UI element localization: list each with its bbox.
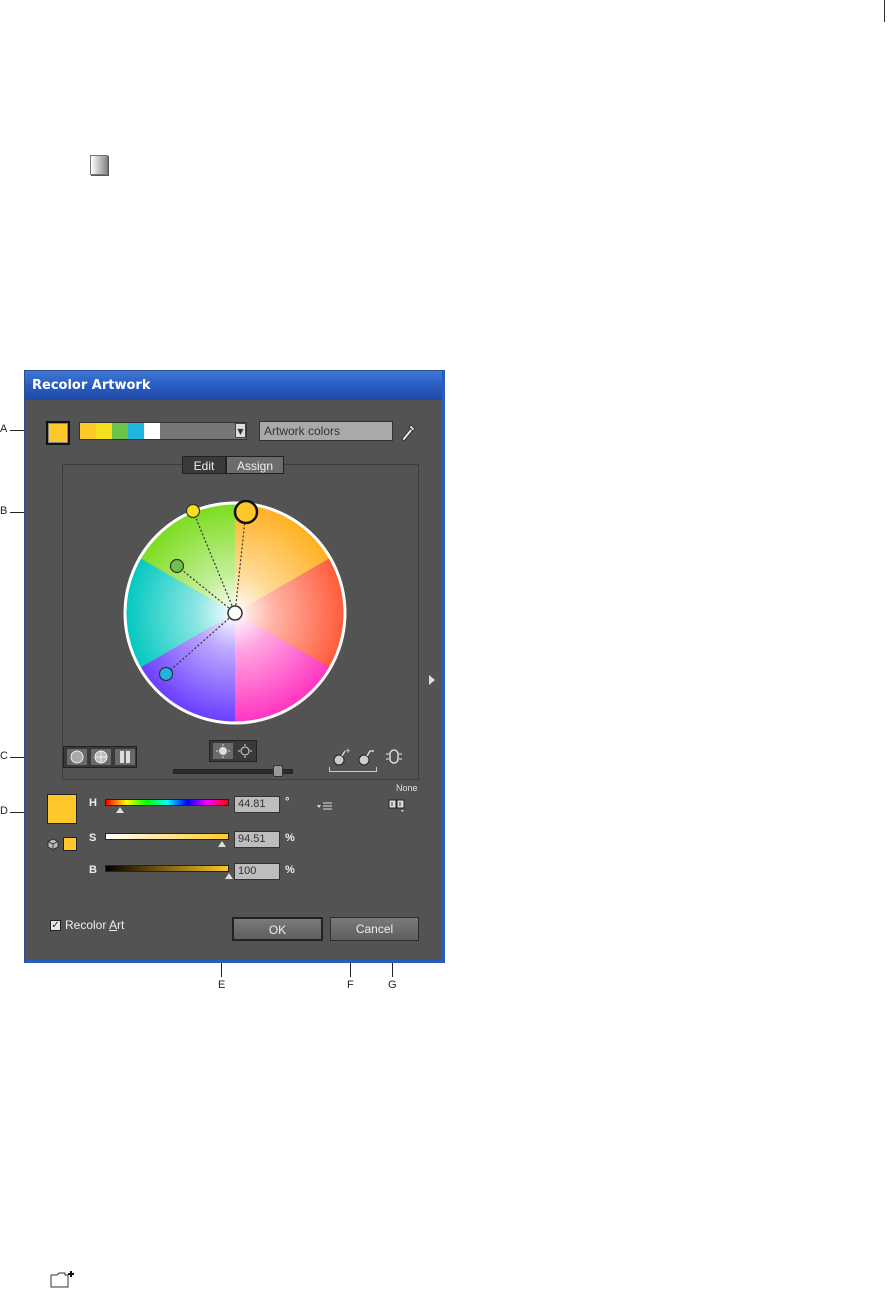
cancel-button[interactable]: Cancel <box>330 917 419 941</box>
recolor-art-access-key: A <box>109 918 118 932</box>
new-folder-icon <box>50 1271 74 1288</box>
svg-text:+: + <box>345 747 350 755</box>
limit-to-library-icon[interactable] <box>388 799 406 813</box>
smooth-wheel-icon[interactable] <box>67 749 87 765</box>
wheel-display-mode-group <box>63 746 137 768</box>
saturation-slider-thumb[interactable] <box>218 841 227 847</box>
chevron-down-icon[interactable]: ▼ <box>235 423 246 438</box>
ok-button[interactable]: OK <box>232 917 323 941</box>
brightness-slider-thumb[interactable] <box>273 765 283 777</box>
color-marker[interactable] <box>158 666 174 682</box>
callout-g: G <box>388 979 397 991</box>
eyedropper-icon[interactable] <box>399 420 417 442</box>
callout-d: D <box>0 805 8 817</box>
tab-edit[interactable]: Edit <box>182 456 226 474</box>
brightness-mode-group <box>209 740 257 762</box>
dialog-border-right <box>442 371 445 962</box>
recolor-art-label-prefix: Recolor <box>65 918 110 932</box>
tab-assign[interactable]: Assign <box>226 456 284 474</box>
recolor-art-checkbox[interactable]: ✓ <box>50 920 61 931</box>
b-slider-label: B <box>89 864 97 876</box>
base-color-marker[interactable] <box>233 499 259 525</box>
strip-color-3 <box>112 423 128 439</box>
recolor-artwork-dialog: Recolor Artwork ▼ Artwork colors Edit As… <box>24 370 445 963</box>
wheel-center-handle[interactable] <box>227 605 243 621</box>
color-wheel[interactable] <box>115 493 355 733</box>
segmented-wheel-icon[interactable] <box>91 749 111 765</box>
gradient-tool-icon <box>90 155 108 175</box>
saturation-unit: % <box>285 832 295 844</box>
brightness-value-thumb[interactable] <box>225 873 233 879</box>
out-of-gamut-cube-icon[interactable] <box>47 838 59 850</box>
strip-color-2 <box>96 423 112 439</box>
callout-a: A <box>0 423 8 435</box>
strip-color-1 <box>80 423 96 439</box>
color-group-strip[interactable] <box>79 422 247 440</box>
expand-panel-arrow-icon[interactable] <box>429 675 435 685</box>
brightness-slider[interactable] <box>105 865 229 872</box>
color-bars-icon[interactable] <box>115 749 135 765</box>
gamut-color-swatch[interactable] <box>63 837 77 851</box>
callout-e: E <box>218 979 226 991</box>
strip-color-4 <box>128 423 144 439</box>
callout-f: F <box>347 979 354 991</box>
brightness-unit: % <box>285 864 295 876</box>
limit-library-label: None <box>396 783 418 793</box>
slider-options-menu-icon[interactable] <box>317 800 333 812</box>
link-harmony-colors-icon[interactable] <box>385 747 403 767</box>
page-rule <box>884 0 885 22</box>
s-slider-label: S <box>89 832 97 844</box>
color-marker[interactable] <box>169 558 185 574</box>
dialog-border-bottom <box>25 960 444 963</box>
remove-color-tool-icon[interactable] <box>357 747 375 767</box>
recolor-art-label: Recolor Art <box>65 918 124 932</box>
saturation-input[interactable]: 94.51 <box>234 831 280 848</box>
color-group-name-field[interactable]: Artwork colors <box>259 421 393 441</box>
brightness-icon[interactable] <box>213 743 233 759</box>
callout-b: B <box>0 505 8 517</box>
saturation-slider[interactable] <box>105 833 229 840</box>
saturation-icon[interactable] <box>235 743 255 759</box>
add-color-tool-icon[interactable]: + <box>332 747 350 767</box>
h-slider-label: H <box>89 797 97 809</box>
color-marker[interactable] <box>185 503 201 519</box>
hue-input[interactable]: 44.81 <box>234 796 280 813</box>
dialog-title: Recolor Artwork <box>25 371 444 400</box>
hue-slider[interactable] <box>105 799 229 806</box>
hue-unit: ° <box>285 796 290 808</box>
current-color-swatch[interactable] <box>47 794 77 824</box>
recolor-art-label-suffix: rt <box>117 918 125 932</box>
brightness-input[interactable]: 100 <box>234 863 280 880</box>
callout-c: C <box>0 750 8 762</box>
active-color-swatch[interactable] <box>46 421 70 445</box>
hue-slider-thumb[interactable] <box>115 807 124 813</box>
strip-color-5 <box>144 423 160 439</box>
add-remove-bracket <box>329 767 377 772</box>
